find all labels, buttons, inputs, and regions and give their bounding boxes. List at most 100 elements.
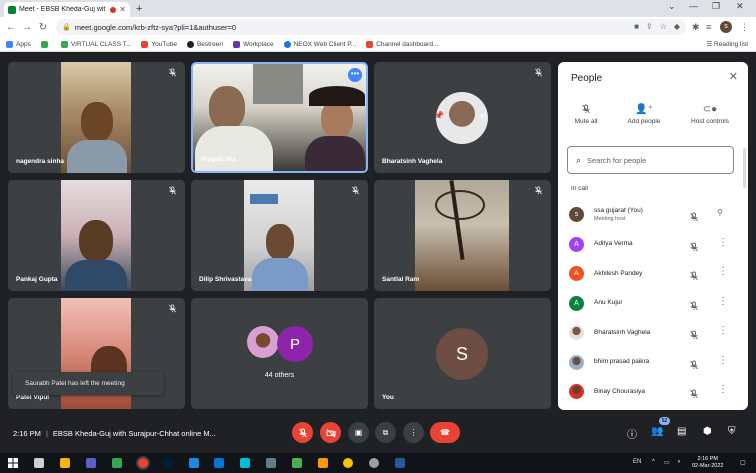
participant-row[interactable]: A Anu Kujur ⋮ — [558, 289, 743, 319]
more-options-icon[interactable]: ⋮ — [718, 384, 728, 395]
participant-tile-pankaj[interactable]: Pankaj Gupta — [8, 180, 185, 291]
bookmark-apps[interactable]: Apps — [6, 40, 31, 48]
participant-tile-bharatsinh[interactable]: 📌 ⊖ Bharatsinh Vaghela — [374, 62, 551, 173]
people-icon[interactable]: 👥 — [651, 426, 663, 437]
extensions-puzzle-icon[interactable]: ✱ — [692, 22, 700, 33]
mic-off-icon[interactable] — [689, 386, 699, 404]
participant-row[interactable]: Binay Chourasiya ⋮ — [558, 377, 743, 407]
close-panel-icon[interactable]: ✕ — [729, 70, 738, 83]
remove-icon[interactable]: ⊖ — [480, 111, 487, 120]
participant-tile-santlal[interactable]: Santlal Ram — [374, 180, 551, 291]
more-options-icon[interactable]: ⋮ — [718, 237, 728, 248]
search-people-input[interactable]: ⌕ Search for people — [567, 146, 734, 174]
microphone-toggle-button[interactable] — [292, 422, 313, 443]
back-icon[interactable]: ← — [3, 22, 19, 33]
present-screen-button[interactable]: ⧉ — [375, 422, 396, 443]
mic-off-icon[interactable] — [689, 298, 699, 316]
taskbar-clock[interactable]: 2:16 PM 02-Mar-2022 — [692, 456, 724, 470]
bookmark-bestreen[interactable]: Bestreen — [186, 40, 223, 48]
panel-scrollbar[interactable] — [743, 148, 746, 188]
browser-tab-meet[interactable]: Meet - EBSB Kheda-Guj wit ✕ — [4, 2, 130, 17]
chrome-icon[interactable] — [138, 458, 148, 468]
network-icon[interactable]: ▭ — [664, 459, 670, 466]
mic-off-icon[interactable] — [689, 327, 699, 345]
app-3-icon[interactable] — [266, 458, 276, 468]
extension-icon[interactable]: ◆ — [674, 22, 680, 31]
app-5-icon[interactable] — [318, 458, 328, 468]
participant-row[interactable]: bhim prasad paikra ⋮ — [558, 348, 743, 378]
bookmark-channel[interactable]: Channel dashboard... — [366, 40, 438, 48]
language-indicator[interactable]: EN — [633, 459, 641, 465]
tile-more-options-icon[interactable]: ••• — [348, 68, 362, 82]
notifications-icon[interactable]: ▢ — [740, 459, 746, 466]
mic-off-icon[interactable] — [689, 357, 699, 375]
photoshop-icon[interactable] — [163, 458, 173, 468]
participant-row[interactable]: Bharatsinh Vaghela ⋮ — [558, 318, 743, 348]
self-tile[interactable]: S You — [374, 298, 551, 409]
bookmark-neox[interactable]: NEOX Web Client P... — [283, 40, 356, 48]
new-tab-icon[interactable]: + — [136, 3, 142, 15]
mic-off-icon[interactable] — [689, 239, 699, 257]
participant-row[interactable]: A Akhilesh Pandey ⋮ — [558, 259, 743, 289]
mic-off-icon[interactable] — [689, 209, 699, 227]
more-options-icon[interactable]: ⋮ — [718, 266, 728, 277]
mute-all-button[interactable]: Mute all — [558, 104, 614, 125]
maximize-icon[interactable]: ❐ — [712, 1, 720, 12]
bookmark-youtube[interactable]: YouTube — [141, 40, 177, 48]
file-explorer-icon[interactable] — [60, 458, 70, 468]
tab-search-icon[interactable]: ⌄ — [668, 1, 676, 12]
minimize-icon[interactable]: — — [689, 1, 698, 11]
app-2-icon[interactable] — [240, 458, 250, 468]
playlist-icon[interactable]: ≡ — [706, 22, 711, 32]
chat-icon[interactable]: ▤ — [677, 426, 686, 437]
address-bar[interactable]: 🔒 meet.google.com/krb-zftz-sya?pli=1&aut… — [56, 19, 686, 35]
windows-start-icon[interactable] — [8, 458, 18, 468]
share-icon[interactable]: ⇪ — [646, 22, 653, 31]
leave-call-button[interactable]: ☎ — [430, 422, 460, 443]
browser-menu-icon[interactable]: ⋮ — [740, 22, 749, 33]
tab-close-icon[interactable]: ✕ — [119, 5, 126, 14]
task-view-icon[interactable] — [34, 458, 44, 468]
word-icon[interactable] — [395, 458, 405, 468]
app-6-icon[interactable] — [343, 458, 353, 468]
more-options-icon[interactable]: ⋮ — [718, 355, 728, 366]
profile-avatar[interactable]: s — [720, 21, 732, 33]
participant-row[interactable]: A Aditya Verma ⋮ — [558, 230, 743, 260]
mic-off-icon[interactable] — [689, 268, 699, 286]
others-tile[interactable]: P 44 others — [191, 298, 368, 409]
tray-chevron-icon[interactable]: ^ — [652, 459, 655, 465]
volume-icon[interactable]: ◖ — [677, 459, 681, 465]
app-icon[interactable] — [214, 458, 224, 468]
whatsapp-icon[interactable] — [112, 458, 122, 468]
pin-icon[interactable]: 📌 — [434, 111, 444, 120]
activities-icon[interactable]: ⬢ — [703, 426, 712, 437]
lock-icon[interactable]: 🔒 — [62, 23, 71, 31]
window-close-icon[interactable]: ✕ — [736, 1, 744, 12]
more-options-button[interactable]: ⋮ — [403, 422, 424, 443]
app-4-icon[interactable] — [292, 458, 302, 468]
host-controls-button[interactable]: ⊂● Host controls — [682, 104, 738, 125]
photoshop-2-icon[interactable] — [189, 458, 199, 468]
add-people-button[interactable]: 👤⁺ Add people — [616, 104, 672, 125]
bookmark-star-icon[interactable]: ☆ — [660, 22, 667, 31]
camera-icon[interactable]: ■ — [634, 22, 639, 31]
meeting-details-icon[interactable]: ⓘ — [627, 426, 637, 441]
captions-button[interactable]: ▣ — [348, 422, 369, 443]
bookmark-virtual-class[interactable]: VIRTUAL CLASS T... — [60, 40, 131, 48]
participant-tile-nagendra[interactable]: nagendra sinha — [8, 62, 185, 173]
reload-icon[interactable]: ↻ — [35, 22, 51, 33]
more-options-icon[interactable]: ⋮ — [718, 325, 728, 336]
camera-toggle-button[interactable] — [320, 422, 341, 443]
reading-list-button[interactable]: ☰ Reading list — [706, 40, 748, 48]
forward-icon[interactable]: → — [19, 22, 35, 33]
participant-tile-dilip[interactable]: Dilip Shrivastava — [191, 180, 368, 291]
pin-icon[interactable]: ⚲ — [717, 208, 723, 217]
bookmark-icon-only[interactable] — [40, 40, 51, 48]
participant-row[interactable]: s ssa gujarat (You) Meeting host ⚲ — [558, 200, 743, 230]
participant-tile-pragati[interactable]: Pragati Jha ••• — [191, 62, 368, 173]
bookmark-workplace[interactable]: Workplace — [232, 40, 274, 48]
more-options-icon[interactable]: ⋮ — [718, 296, 728, 307]
teams-icon[interactable] — [86, 458, 96, 468]
app-7-icon[interactable] — [369, 458, 379, 468]
host-controls-shield-icon[interactable]: ⛨ — [728, 426, 736, 437]
